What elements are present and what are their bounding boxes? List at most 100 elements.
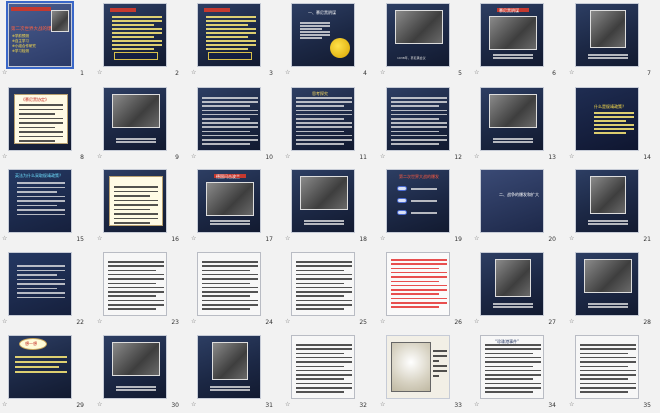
text-line (17, 283, 65, 285)
text-line (112, 28, 162, 30)
slide-thumbnail-28[interactable] (575, 252, 639, 316)
slide-thumbnail-20[interactable]: 二、战争的爆发和扩大 (480, 169, 544, 233)
slide-thumbnail-29[interactable]: 想一想 (8, 335, 72, 399)
slide-sorter-view: 第二次世界大战的爆发 ※学前预测 ※自主学习 ※小组合作研究 ※学习检测 1 ☆ 2 ☆ 3 ☆ 一、… (0, 0, 660, 413)
slide-thumbnail-35[interactable] (575, 335, 639, 399)
slide-thumbnail-32[interactable] (291, 335, 355, 399)
transition-icon: ☆ (474, 401, 480, 408)
slide-thumbnail-14[interactable]: 什么是绥靖政策？ (575, 87, 639, 151)
text-line (296, 113, 352, 116)
map-graphic (391, 342, 431, 392)
text-line (112, 16, 162, 18)
slide-thumbnail-8[interactable]: 《慕尼黑协定》 (8, 87, 72, 151)
transition-icon: ☆ (97, 401, 103, 408)
slide-photo (590, 10, 626, 48)
text-line (210, 386, 250, 388)
slide-photo (495, 259, 531, 297)
slide-thumbnail-7[interactable] (575, 3, 639, 67)
slide-number: 31 (265, 402, 273, 409)
text-line (112, 20, 162, 22)
transition-icon: ☆ (191, 401, 197, 408)
text-line (116, 141, 156, 143)
text-line (202, 308, 250, 310)
text-line (19, 104, 63, 106)
slide-thumbnail-12[interactable] (386, 87, 450, 151)
text-line (391, 118, 439, 120)
slide-thumbnail-27[interactable] (480, 252, 544, 316)
text-line (391, 109, 447, 112)
photo-caption: 1938年，慕尼黑会议 (397, 56, 426, 60)
transition-icon: ☆ (191, 69, 197, 76)
slide-thumbnail-26[interactable] (386, 252, 450, 316)
text-line (114, 199, 158, 201)
slide-thumbnail-33[interactable] (386, 335, 450, 399)
text-line (588, 54, 628, 56)
slide-thumbnail-21[interactable] (575, 169, 639, 233)
text-line (296, 143, 344, 145)
text-line (300, 34, 330, 36)
transition-icon: ☆ (285, 401, 291, 408)
text-line (580, 369, 636, 372)
text-line (108, 291, 164, 293)
slide-title: 德国闪击波兰 (216, 174, 240, 179)
slide-thumbnail-9[interactable] (103, 87, 167, 151)
slide-thumbnail-1[interactable]: 第二次世界大战的爆发 ※学前预测 ※自主学习 ※小组合作研究 ※学习检测 (6, 1, 74, 69)
text-line (594, 120, 626, 122)
slide-thumbnail-3[interactable] (197, 3, 261, 67)
slide-thumbnail-34[interactable]: “珍珠港事件” (480, 335, 544, 399)
text-line (15, 371, 67, 373)
text-line (433, 350, 447, 352)
slide-thumbnail-19[interactable]: 第二次世界大战的爆发 (386, 169, 450, 233)
text-line (433, 360, 439, 362)
text-line (202, 143, 250, 145)
slide-thumbnail-23[interactable] (103, 252, 167, 316)
text-line (296, 273, 352, 276)
text-line (206, 48, 248, 50)
text-line (296, 265, 352, 267)
slide-number: 27 (548, 319, 556, 326)
transition-icon: ☆ (285, 69, 291, 76)
text-line (17, 182, 65, 184)
slide-thumbnail-18[interactable] (291, 169, 355, 233)
slide-thumbnail-15[interactable]: 英法为什么采取绥靖政策？ (8, 169, 72, 233)
slide-thumbnail-11[interactable]: 思考探究 (291, 87, 355, 151)
slide-number: 25 (359, 319, 367, 326)
slide-thumbnail-13[interactable] (480, 87, 544, 151)
slide-thumbnail-6[interactable]: 慕尼黑阴谋 (480, 3, 544, 67)
transition-icon: ☆ (191, 318, 197, 325)
text-line (300, 22, 330, 24)
text-line (485, 356, 541, 359)
slide-thumbnail-17[interactable]: 德国闪击波兰 (197, 169, 261, 233)
slide-thumbnail-25[interactable] (291, 252, 355, 316)
text-line (300, 31, 330, 33)
slide-number: 10 (265, 154, 273, 161)
slide-thumbnail-30[interactable] (103, 335, 167, 399)
slide-thumbnail-24[interactable] (197, 252, 261, 316)
slide-thumbnail-22[interactable] (8, 252, 72, 316)
transition-icon: ☆ (97, 235, 103, 242)
slide-thumbnail-16[interactable] (103, 169, 167, 233)
slide-thumbnail-10[interactable] (197, 87, 261, 151)
slide-thumbnail-5[interactable]: 1938年，慕尼黑会议 (386, 3, 450, 67)
text-line (19, 117, 63, 119)
transition-icon: ☆ (380, 401, 386, 408)
transition-icon: ☆ (97, 318, 103, 325)
text-line (19, 131, 63, 133)
transition-icon: ☆ (2, 318, 8, 325)
slide-thumbnail-31[interactable] (197, 335, 261, 399)
text-line (17, 213, 65, 215)
text-line (391, 97, 447, 99)
text-line (580, 387, 636, 389)
text-line (19, 108, 63, 110)
text-line (588, 57, 628, 59)
slide-thumbnail-4[interactable]: 一、慕尼黑阴谋 (291, 3, 355, 67)
slide-thumbnail-2[interactable] (103, 3, 167, 67)
text-line (112, 40, 162, 42)
text-line (15, 366, 59, 368)
text-line (17, 195, 65, 197)
text-line (17, 186, 65, 188)
text-line (108, 295, 156, 297)
text-line (493, 138, 533, 140)
menu-button (397, 210, 407, 215)
slide-number: 35 (643, 402, 651, 409)
